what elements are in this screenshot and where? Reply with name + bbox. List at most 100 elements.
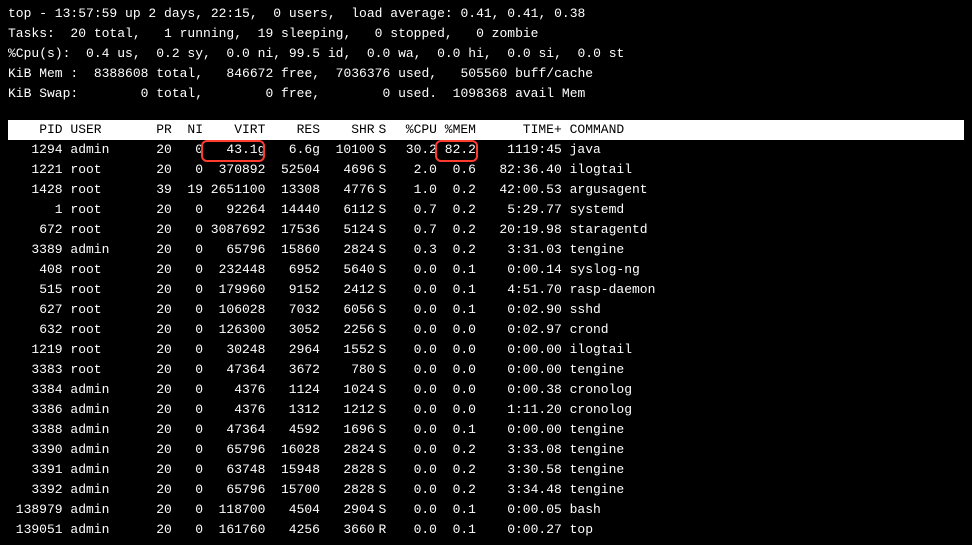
cell-shr: 2256: [320, 320, 375, 340]
cell-cpu: 0.3: [390, 240, 437, 260]
cell-cpu: 2.0: [390, 160, 437, 180]
cell-pr: 20: [141, 280, 172, 300]
cell-virt: 30248: [203, 340, 265, 360]
cell-time: 0:00.00: [476, 420, 562, 440]
cell-time: 0:00.00: [476, 340, 562, 360]
cell-mem: 0.0: [437, 360, 476, 380]
cell-s: S: [375, 280, 391, 300]
cell-time: 0:00.05: [476, 500, 562, 520]
cell-time: 0:00.38: [476, 380, 562, 400]
cell-cpu: 0.0: [390, 320, 437, 340]
cell-ni: 0: [172, 520, 203, 540]
cell-pr: 20: [141, 460, 172, 480]
cell-time: 4:51.70: [476, 280, 562, 300]
cell-user: admin: [63, 480, 141, 500]
highlight-mem: [435, 140, 478, 162]
cell-cpu: 0.0: [390, 500, 437, 520]
highlight-virt: [201, 140, 265, 162]
cell-shr: 2828: [320, 480, 375, 500]
cell-cmd: crond: [562, 320, 964, 340]
cell-user: root: [63, 160, 141, 180]
cell-s: S: [375, 480, 391, 500]
cell-mem: 0.2: [437, 220, 476, 240]
cell-mem: 0.1: [437, 260, 476, 280]
cell-res: 6952: [265, 260, 320, 280]
table-row: 672root2003087692175365124S0.70.220:19.9…: [8, 220, 964, 240]
cell-pid: 672: [8, 220, 63, 240]
col-header-pid: PID: [8, 120, 63, 140]
cell-shr: 4696: [320, 160, 375, 180]
cell-mem: 0.2: [437, 240, 476, 260]
cell-ni: 0: [172, 300, 203, 320]
cell-pr: 20: [141, 500, 172, 520]
cell-res: 4592: [265, 420, 320, 440]
cell-pid: 3386: [8, 400, 63, 420]
cell-time: 82:36.40: [476, 160, 562, 180]
cell-mem: 0.2: [437, 180, 476, 200]
table-row: 3392admin20065796157002828S0.00.23:34.48…: [8, 480, 964, 500]
cell-user: root: [63, 320, 141, 340]
cell-cmd: java: [562, 140, 964, 160]
cell-mem: 0.1: [437, 420, 476, 440]
cell-res: 15860: [265, 240, 320, 260]
cell-shr: 2904: [320, 500, 375, 520]
cell-pr: 20: [141, 220, 172, 240]
cell-virt: 161760: [203, 520, 265, 540]
cell-pid: 627: [8, 300, 63, 320]
cell-user: root: [63, 180, 141, 200]
cell-res: 1312: [265, 400, 320, 420]
cell-cmd: tengine: [562, 440, 964, 460]
cell-time: 3:34.48: [476, 480, 562, 500]
cell-mem: 0.6: [437, 160, 476, 180]
cell-pid: 1: [8, 200, 63, 220]
cell-ni: 0: [172, 160, 203, 180]
cell-ni: 0: [172, 480, 203, 500]
cell-cpu: 0.0: [390, 400, 437, 420]
cell-ni: 0: [172, 340, 203, 360]
cell-ni: 0: [172, 440, 203, 460]
table-row: 3390admin20065796160282824S0.00.23:33.08…: [8, 440, 964, 460]
summary-line-tasks: Tasks: 20 total, 1 running, 19 sleeping,…: [8, 24, 964, 44]
cell-res: 14440: [265, 200, 320, 220]
cell-s: S: [375, 140, 391, 160]
cell-res: 1124: [265, 380, 320, 400]
cell-ni: 0: [172, 240, 203, 260]
cell-cpu: 0.0: [390, 420, 437, 440]
cell-ni: 0: [172, 460, 203, 480]
cell-pid: 1219: [8, 340, 63, 360]
table-row: 3386admin200437613121212S0.00.01:11.20cr…: [8, 400, 964, 420]
cell-ni: 0: [172, 280, 203, 300]
col-header-command: COMMAND: [562, 120, 964, 140]
col-header-res: RES: [265, 120, 320, 140]
cell-cmd: tengine: [562, 460, 964, 480]
cell-virt: 370892: [203, 160, 265, 180]
cell-virt: 65796: [203, 240, 265, 260]
table-row: 1294admin20043.1g6.6g10100S30.282.21119:…: [8, 140, 964, 160]
cell-res: 4504: [265, 500, 320, 520]
cell-pr: 20: [141, 260, 172, 280]
cell-res: 6.6g: [265, 140, 320, 160]
cell-user: root: [63, 360, 141, 380]
cell-pr: 20: [141, 320, 172, 340]
cell-pr: 20: [141, 300, 172, 320]
cell-shr: 1212: [320, 400, 375, 420]
cell-pid: 138979: [8, 500, 63, 520]
cell-cpu: 0.7: [390, 220, 437, 240]
cell-pid: 3390: [8, 440, 63, 460]
cell-shr: 6112: [320, 200, 375, 220]
cell-cmd: sshd: [562, 300, 964, 320]
cell-virt: 4376: [203, 400, 265, 420]
table-row: 632root20012630030522256S0.00.00:02.97cr…: [8, 320, 964, 340]
cell-shr: 2824: [320, 440, 375, 460]
cell-pr: 20: [141, 420, 172, 440]
table-row: 3391admin20063748159482828S0.00.23:30.58…: [8, 460, 964, 480]
cell-virt: 179960: [203, 280, 265, 300]
cell-user: admin: [63, 420, 141, 440]
cell-cpu: 0.0: [390, 300, 437, 320]
cell-mem: 0.0: [437, 380, 476, 400]
cell-pid: 3392: [8, 480, 63, 500]
cell-shr: 5124: [320, 220, 375, 240]
process-table: PID USER PR NI VIRT RES SHR S %CPU %MEM …: [8, 120, 964, 540]
cell-cpu: 0.0: [390, 460, 437, 480]
cell-shr: 3660: [320, 520, 375, 540]
